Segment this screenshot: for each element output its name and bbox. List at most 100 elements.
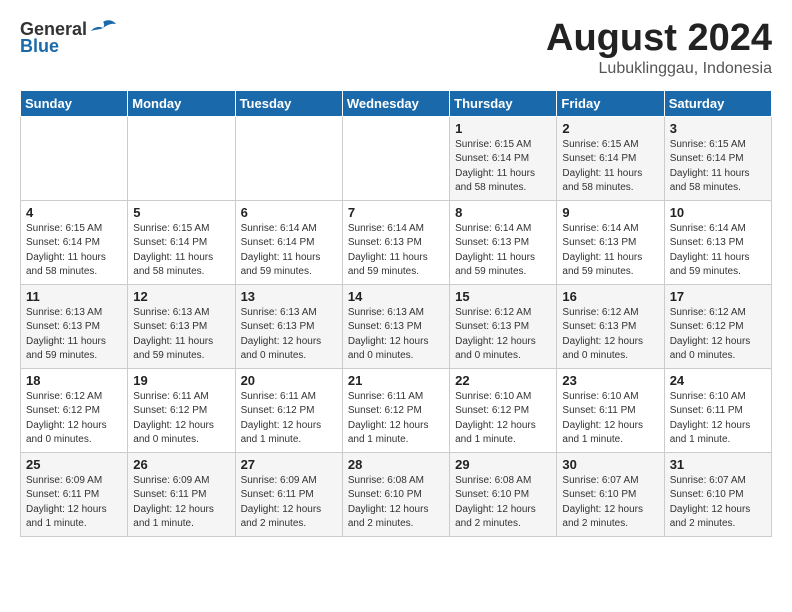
subtitle: Lubuklinggau, Indonesia xyxy=(546,60,772,78)
day-info: Sunrise: 6:11 AM Sunset: 6:12 PM Dayligh… xyxy=(348,390,444,448)
day-info: Sunrise: 6:10 AM Sunset: 6:11 PM Dayligh… xyxy=(670,390,766,448)
table-row: 20 Sunrise: 6:11 AM Sunset: 6:12 PM Dayli… xyxy=(235,368,342,452)
table-row xyxy=(235,116,342,200)
table-row: 31 Sunrise: 6:07 AM Sunset: 6:10 PM Dayli… xyxy=(664,452,771,536)
col-tuesday: Tuesday xyxy=(235,90,342,116)
logo-bird-icon xyxy=(89,18,117,40)
day-info: Sunrise: 6:09 AM Sunset: 6:11 PM Dayligh… xyxy=(133,474,229,532)
logo: General Blue xyxy=(20,18,117,57)
day-number: 31 xyxy=(670,457,766,472)
day-number: 13 xyxy=(241,289,337,304)
table-row: 24 Sunrise: 6:10 AM Sunset: 6:11 PM Dayli… xyxy=(664,368,771,452)
day-number: 28 xyxy=(348,457,444,472)
day-number: 22 xyxy=(455,373,551,388)
table-row: 16Sunrise: 6:12 AM Sunset: 6:13 PM Dayli… xyxy=(557,284,664,368)
day-info: Sunrise: 6:08 AM Sunset: 6:10 PM Dayligh… xyxy=(348,474,444,532)
table-row: 29Sunrise: 6:08 AM Sunset: 6:10 PM Dayli… xyxy=(450,452,557,536)
day-number: 14 xyxy=(348,289,444,304)
day-number: 24 xyxy=(670,373,766,388)
day-number: 2 xyxy=(562,121,658,136)
calendar-table: Sunday Monday Tuesday Wednesday Thursday… xyxy=(20,90,772,537)
table-row xyxy=(342,116,449,200)
day-number: 12 xyxy=(133,289,229,304)
table-row: 9Sunrise: 6:14 AM Sunset: 6:13 PM Daylig… xyxy=(557,200,664,284)
col-sunday: Sunday xyxy=(21,90,128,116)
day-info: Sunrise: 6:15 AM Sunset: 6:14 PM Dayligh… xyxy=(562,138,658,196)
day-info: Sunrise: 6:15 AM Sunset: 6:14 PM Dayligh… xyxy=(26,222,122,280)
table-row: 28 Sunrise: 6:08 AM Sunset: 6:10 PM Dayli… xyxy=(342,452,449,536)
day-number: 21 xyxy=(348,373,444,388)
table-row: 17Sunrise: 6:12 AM Sunset: 6:12 PM Dayli… xyxy=(664,284,771,368)
day-number: 18 xyxy=(26,373,122,388)
day-number: 16 xyxy=(562,289,658,304)
day-number: 3 xyxy=(670,121,766,136)
day-number: 26 xyxy=(133,457,229,472)
logo-blue: Blue xyxy=(20,36,59,57)
table-row: 6 Sunrise: 6:14 AM Sunset: 6:14 PM Daylig… xyxy=(235,200,342,284)
table-row: 21 Sunrise: 6:11 AM Sunset: 6:12 PM Dayli… xyxy=(342,368,449,452)
day-number: 25 xyxy=(26,457,122,472)
day-info: Sunrise: 6:15 AM Sunset: 6:14 PM Dayligh… xyxy=(133,222,229,280)
day-number: 30 xyxy=(562,457,658,472)
table-row: 2 Sunrise: 6:15 AM Sunset: 6:14 PM Daylig… xyxy=(557,116,664,200)
table-row: 18 Sunrise: 6:12 AM Sunset: 6:12 PM Dayli… xyxy=(21,368,128,452)
day-info: Sunrise: 6:15 AM Sunset: 6:14 PM Dayligh… xyxy=(455,138,551,196)
day-info: Sunrise: 6:07 AM Sunset: 6:10 PM Dayligh… xyxy=(562,474,658,532)
day-number: 10 xyxy=(670,205,766,220)
day-number: 15 xyxy=(455,289,551,304)
day-number: 7 xyxy=(348,205,444,220)
table-row: 10 Sunrise: 6:14 AM Sunset: 6:13 PM Dayli… xyxy=(664,200,771,284)
calendar-week-row: 1Sunrise: 6:15 AM Sunset: 6:14 PM Daylig… xyxy=(21,116,772,200)
day-info: Sunrise: 6:10 AM Sunset: 6:11 PM Dayligh… xyxy=(562,390,658,448)
table-row: 4Sunrise: 6:15 AM Sunset: 6:14 PM Daylig… xyxy=(21,200,128,284)
day-info: Sunrise: 6:12 AM Sunset: 6:12 PM Dayligh… xyxy=(26,390,122,448)
day-info: Sunrise: 6:14 AM Sunset: 6:13 PM Dayligh… xyxy=(348,222,444,280)
table-row: 15 Sunrise: 6:12 AM Sunset: 6:13 PM Dayli… xyxy=(450,284,557,368)
col-saturday: Saturday xyxy=(664,90,771,116)
col-wednesday: Wednesday xyxy=(342,90,449,116)
col-thursday: Thursday xyxy=(450,90,557,116)
day-number: 6 xyxy=(241,205,337,220)
day-info: Sunrise: 6:09 AM Sunset: 6:11 PM Dayligh… xyxy=(26,474,122,532)
day-info: Sunrise: 6:14 AM Sunset: 6:13 PM Dayligh… xyxy=(670,222,766,280)
day-info: Sunrise: 6:14 AM Sunset: 6:14 PM Dayligh… xyxy=(241,222,337,280)
table-row xyxy=(128,116,235,200)
title-block: August 2024 Lubuklinggau, Indonesia xyxy=(546,18,772,78)
table-row: 27Sunrise: 6:09 AM Sunset: 6:11 PM Dayli… xyxy=(235,452,342,536)
header: General Blue August 2024 Lubuklinggau, I… xyxy=(20,18,772,78)
day-number: 11 xyxy=(26,289,122,304)
table-row: 23 Sunrise: 6:10 AM Sunset: 6:11 PM Dayli… xyxy=(557,368,664,452)
day-number: 23 xyxy=(562,373,658,388)
table-row: 25 Sunrise: 6:09 AM Sunset: 6:11 PM Dayli… xyxy=(21,452,128,536)
day-info: Sunrise: 6:13 AM Sunset: 6:13 PM Dayligh… xyxy=(133,306,229,364)
col-friday: Friday xyxy=(557,90,664,116)
day-info: Sunrise: 6:07 AM Sunset: 6:10 PM Dayligh… xyxy=(670,474,766,532)
calendar-week-row: 18 Sunrise: 6:12 AM Sunset: 6:12 PM Dayli… xyxy=(21,368,772,452)
table-row: 3Sunrise: 6:15 AM Sunset: 6:14 PM Daylig… xyxy=(664,116,771,200)
table-row xyxy=(21,116,128,200)
day-info: Sunrise: 6:14 AM Sunset: 6:13 PM Dayligh… xyxy=(455,222,551,280)
calendar-week-row: 4Sunrise: 6:15 AM Sunset: 6:14 PM Daylig… xyxy=(21,200,772,284)
table-row: 8Sunrise: 6:14 AM Sunset: 6:13 PM Daylig… xyxy=(450,200,557,284)
table-row: 5 Sunrise: 6:15 AM Sunset: 6:14 PM Daylig… xyxy=(128,200,235,284)
day-info: Sunrise: 6:13 AM Sunset: 6:13 PM Dayligh… xyxy=(348,306,444,364)
header-row: Sunday Monday Tuesday Wednesday Thursday… xyxy=(21,90,772,116)
day-info: Sunrise: 6:11 AM Sunset: 6:12 PM Dayligh… xyxy=(241,390,337,448)
day-info: Sunrise: 6:11 AM Sunset: 6:12 PM Dayligh… xyxy=(133,390,229,448)
day-info: Sunrise: 6:08 AM Sunset: 6:10 PM Dayligh… xyxy=(455,474,551,532)
table-row: 7 Sunrise: 6:14 AM Sunset: 6:13 PM Daylig… xyxy=(342,200,449,284)
day-number: 19 xyxy=(133,373,229,388)
day-number: 27 xyxy=(241,457,337,472)
table-row: 30 Sunrise: 6:07 AM Sunset: 6:10 PM Dayli… xyxy=(557,452,664,536)
day-info: Sunrise: 6:12 AM Sunset: 6:13 PM Dayligh… xyxy=(455,306,551,364)
page: General Blue August 2024 Lubuklinggau, I… xyxy=(0,0,792,555)
table-row: 1Sunrise: 6:15 AM Sunset: 6:14 PM Daylig… xyxy=(450,116,557,200)
day-number: 20 xyxy=(241,373,337,388)
day-info: Sunrise: 6:13 AM Sunset: 6:13 PM Dayligh… xyxy=(26,306,122,364)
table-row: 13 Sunrise: 6:13 AM Sunset: 6:13 PM Dayli… xyxy=(235,284,342,368)
col-monday: Monday xyxy=(128,90,235,116)
day-number: 5 xyxy=(133,205,229,220)
day-info: Sunrise: 6:13 AM Sunset: 6:13 PM Dayligh… xyxy=(241,306,337,364)
day-info: Sunrise: 6:10 AM Sunset: 6:12 PM Dayligh… xyxy=(455,390,551,448)
day-number: 17 xyxy=(670,289,766,304)
